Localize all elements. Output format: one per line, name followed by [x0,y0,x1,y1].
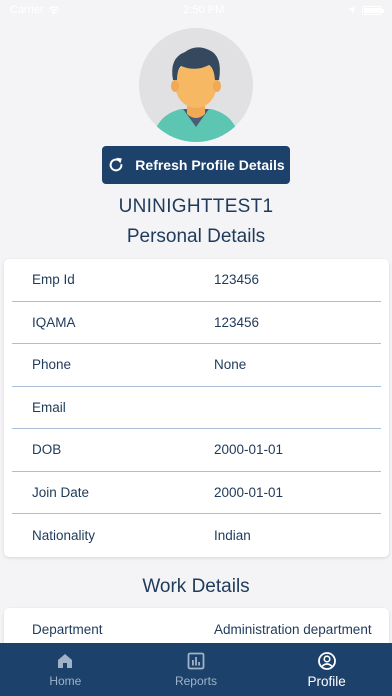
detail-label: Nationality [32,527,96,543]
status-right [348,5,384,15]
detail-value: 2000-01-01 [214,484,284,500]
detail-value: 2000-01-01 [214,442,284,458]
detail-label: DOB [32,442,62,458]
detail-value: None [214,357,247,373]
nav-home-label: Home [49,674,82,688]
refresh-profile-label: Refresh Profile Details [135,157,285,173]
detail-value: 123456 [214,272,260,288]
detail-row-join-date: Join Date 2000-01-01 [12,472,381,514]
detail-row-nationality: Nationality Indian [12,514,381,557]
detail-label: Emp Id [32,272,75,288]
refresh-profile-button[interactable]: Refresh Profile Details [102,146,290,184]
username: UNINIGHTTEST1 [118,196,274,217]
bottom-nav: Home Reports Profile [0,643,392,696]
detail-label: IQAMA [32,314,76,330]
avatar [139,28,253,142]
carrier-label: Carrier [10,4,44,16]
nav-profile[interactable]: Profile [262,643,392,696]
wifi-icon [48,5,60,14]
detail-label: Join Date [32,484,90,500]
reports-icon [187,652,205,670]
personal-details-card: Emp Id 123456 IQAMA 123456 Phone None Em… [4,259,389,557]
location-icon [348,6,356,14]
work-details-title: Work Details [142,576,250,597]
detail-label: Phone [32,357,72,373]
home-icon [58,654,73,668]
profile-icon [317,651,336,670]
detail-row-email: Email [12,387,381,429]
detail-label: Email [32,399,66,415]
status-time: 2:50 PM [183,4,225,16]
status-left: Carrier [10,4,60,16]
nav-home[interactable]: Home [0,643,130,696]
user-avatar-icon [139,28,253,142]
refresh-icon [109,157,123,172]
personal-details-title: Personal Details [126,226,266,247]
battery-icon [362,5,384,15]
nav-profile-label: Profile [307,673,346,689]
detail-value: Indian [214,527,251,543]
detail-row-emp-id: Emp Id 123456 [12,259,381,302]
nav-reports[interactable]: Reports [131,643,261,696]
detail-row-iqama: IQAMA 123456 [12,302,381,344]
detail-value: 123456 [214,314,260,330]
detail-row-dob: DOB 2000-01-01 [12,429,381,472]
detail-label: Department [32,621,103,637]
nav-reports-label: Reports [174,674,217,688]
status-bar: Carrier 2:50 PM [0,0,392,20]
detail-value: Administration department [214,621,372,637]
detail-row-phone: Phone None [12,344,381,387]
